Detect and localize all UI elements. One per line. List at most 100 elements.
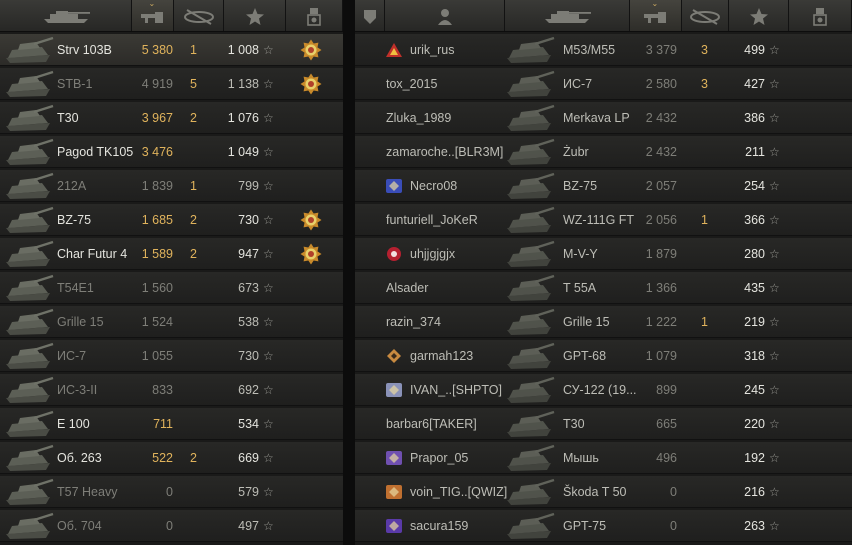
red-triangle-clan-icon: [386, 43, 402, 57]
star-icon: ☆: [263, 213, 274, 227]
kills-value: 1: [190, 179, 197, 193]
tank-silhouette-icon: [6, 444, 54, 471]
experience-value: 669: [238, 451, 259, 465]
tank-silhouette-icon: [507, 308, 555, 335]
enemy-player-row[interactable]: sacura159 GPT-75 0 263 ☆: [355, 510, 852, 542]
enemy-table-header: ⌄: [355, 0, 852, 32]
damage-value: 0: [670, 519, 677, 533]
star-icon: ☆: [769, 315, 780, 329]
star-icon: ☆: [769, 213, 780, 227]
kills-value: [701, 340, 721, 371]
tank-silhouette-icon: [507, 138, 555, 165]
enemy-player-row[interactable]: Necro08 BZ-75 2 057 254 ☆: [355, 170, 852, 202]
damage-value: 1 560: [141, 281, 173, 295]
star-icon: ☆: [263, 451, 274, 465]
ally-team-panel: ⌄ Strv 103B 5 380 1 1 008 ☆ STB-1 4 919 5 1 138 ☆…: [0, 0, 343, 545]
kills-value: [190, 408, 210, 439]
kills-value: 3: [701, 77, 708, 91]
tank-silhouette-icon: [507, 444, 555, 471]
damage-value: 1 839: [141, 179, 173, 193]
ally-player-row[interactable]: E 100 711 534 ☆: [0, 408, 343, 440]
tank-silhouette-icon: [507, 172, 555, 199]
ally-player-row[interactable]: BZ-75 1 685 2 730 ☆: [0, 204, 343, 236]
ally-player-row[interactable]: Char Futur 41 589 2 947 ☆: [0, 238, 343, 270]
player-column-header[interactable]: [385, 0, 505, 31]
enemy-player-row[interactable]: voin_TIG..[QWIZ] Škoda T 50 0 216 ☆: [355, 476, 852, 508]
enemy-player-row[interactable]: Zluka_1989 Merkava LP 2 432 386 ☆: [355, 102, 852, 134]
enemy-player-row[interactable]: zamaroche..[BLR3M] Żubr 2 432 211 ☆: [355, 136, 852, 168]
ally-player-row[interactable]: ИС-7 1 055 730 ☆: [0, 340, 343, 372]
enemy-player-row[interactable]: Alsader T 55A 1 366 435 ☆: [355, 272, 852, 304]
ally-player-row[interactable]: Grille 15 1 524 538 ☆: [0, 306, 343, 338]
medal-column-header[interactable]: [789, 0, 852, 31]
ally-player-row[interactable]: T30 3 967 2 1 076 ☆: [0, 102, 343, 134]
damage-value: 5 380: [141, 43, 173, 57]
experience-value: 1 076: [227, 111, 259, 125]
damage-value: 2 057: [645, 179, 677, 193]
tank-silhouette-icon: [507, 478, 555, 505]
ally-player-row[interactable]: STB-1 4 919 5 1 138 ☆: [0, 68, 343, 100]
damage-value: 4 919: [141, 77, 173, 91]
kills-value: 3: [701, 43, 708, 57]
experience-value: 730: [238, 213, 259, 227]
experience-value: 280: [744, 247, 765, 261]
damage-value: 3 967: [141, 111, 173, 125]
kills-value: [190, 374, 210, 405]
damage-value: 1 589: [141, 247, 173, 261]
damage-value: 2 580: [645, 77, 677, 91]
tank-column-header[interactable]: [505, 0, 630, 31]
damage-value: 496: [656, 451, 677, 465]
experience-value: 499: [744, 43, 765, 57]
kills-value: [701, 238, 721, 269]
damage-value: 3 476: [141, 145, 173, 159]
enemy-player-row[interactable]: barbar6[TAKER] T30 665 220 ☆: [355, 408, 852, 440]
ally-player-row[interactable]: T54E1 1 560 673 ☆: [0, 272, 343, 304]
enemy-player-row[interactable]: IVAN_..[SHPTO] СУ-122 (19... 899 245 ☆: [355, 374, 852, 406]
ally-player-row[interactable]: Об. 704 0 497 ☆: [0, 510, 343, 542]
damage-value: 0: [670, 485, 677, 499]
ally-player-row[interactable]: Pagod TK105 3 476 1 049 ☆: [0, 136, 343, 168]
enemy-player-row[interactable]: Prapor_05 Мышь 496 192 ☆: [355, 442, 852, 474]
kills-column-header[interactable]: [682, 0, 729, 31]
star-icon: ☆: [263, 383, 274, 397]
kills-value: [190, 306, 210, 337]
enemy-player-row[interactable]: uhjjgjgjx M-V-Y 1 879 280 ☆: [355, 238, 852, 270]
player-column-icon: [415, 6, 475, 26]
kills-value: 2: [190, 451, 197, 465]
medal-column-header[interactable]: [286, 0, 343, 31]
clan-column-header[interactable]: [355, 0, 385, 31]
enemy-player-row[interactable]: urik_rus M53/M55 3 379 3 499 ☆: [355, 34, 852, 66]
ally-player-row[interactable]: ИС-3-II 833 692 ☆: [0, 374, 343, 406]
ace-medal-icon: [300, 243, 322, 265]
kills-value: 2: [190, 213, 197, 227]
star-icon: ☆: [263, 111, 274, 125]
wolf-clan-icon: [386, 383, 402, 397]
ally-player-row[interactable]: 212A 1 839 1 799 ☆: [0, 170, 343, 202]
tank-silhouette-icon: [6, 478, 54, 505]
enemy-player-row[interactable]: garmah123 GPT-68 1 079 318 ☆: [355, 340, 852, 372]
experience-star-header[interactable]: [224, 0, 286, 31]
experience-star-header[interactable]: [729, 0, 789, 31]
horse-clan-icon: [386, 451, 402, 465]
kills-value: [701, 476, 721, 507]
experience-value: 254: [744, 179, 765, 193]
ace-medal-icon: [300, 39, 322, 61]
damage-value: 0: [166, 519, 173, 533]
experience-value: 366: [744, 213, 765, 227]
star-icon: ☆: [263, 179, 274, 193]
enemy-player-row[interactable]: funturiell_JoKeR WZ-111G FT 2 056 1 366 ☆: [355, 204, 852, 236]
ally-player-row[interactable]: T57 Heavy 0 579 ☆: [0, 476, 343, 508]
damage-value: 1 222: [645, 315, 677, 329]
enemy-rows: urik_rus M53/M55 3 379 3 499 ☆ tox_2015 ИС-7 2 5…: [355, 34, 852, 542]
ally-player-row[interactable]: Об. 263 522 2 669 ☆: [0, 442, 343, 474]
enemy-player-row[interactable]: razin_374 Grille 15 1 222 1 219 ☆: [355, 306, 852, 338]
experience-value: 318: [744, 349, 765, 363]
tank-column-header[interactable]: [0, 0, 132, 31]
medal-column-icon: [284, 6, 344, 26]
kills-column-header[interactable]: [174, 0, 224, 31]
damage-value: 1 685: [141, 213, 173, 227]
ally-player-row[interactable]: Strv 103B 5 380 1 1 008 ☆: [0, 34, 343, 66]
kills-column-icon: [169, 6, 229, 26]
experience-value: 435: [744, 281, 765, 295]
enemy-player-row[interactable]: tox_2015 ИС-7 2 580 3 427 ☆: [355, 68, 852, 100]
